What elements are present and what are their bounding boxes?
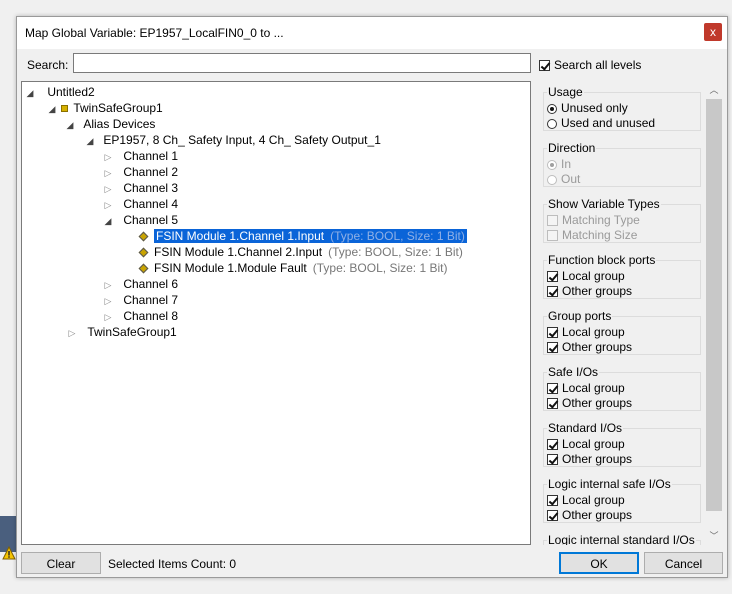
safe-ios-title: Safe I/Os	[547, 365, 600, 379]
lis-other-groups-checkbox[interactable]: Other groups	[547, 508, 632, 522]
tree-node-channel-5[interactable]: ◢ Channel 5	[102, 212, 179, 229]
logic-internal-safe-group: Logic internal safe I/Os Local group Oth…	[539, 473, 701, 523]
tree-node-channel-7[interactable]: ▷ Channel 7	[102, 292, 179, 309]
direction-group: Direction In Out	[539, 137, 701, 187]
expanded-triangle-icon[interactable]: ◢	[46, 101, 58, 117]
selected-items-count: Selected Items Count: 0	[108, 557, 237, 571]
collapsed-triangle-icon[interactable]: ▷	[102, 309, 114, 325]
tree-node-variable-selected[interactable]: FSIN Module 1.Channel 1.Input (Type: BOOL…	[138, 228, 467, 244]
sio-other-groups-checkbox[interactable]: Other groups	[547, 396, 632, 410]
safety-group-icon	[61, 105, 69, 113]
search-label: Search:	[27, 58, 69, 72]
function-block-ports-title: Function block ports	[547, 253, 657, 267]
direction-title: Direction	[547, 141, 597, 155]
collapsed-triangle-icon[interactable]: ▷	[102, 277, 114, 293]
logic-internal-safe-title: Logic internal safe I/Os	[547, 477, 672, 491]
search-all-levels-check-icon[interactable]	[539, 60, 550, 72]
expanded-triangle-icon[interactable]: ◢	[64, 117, 76, 133]
group-ports-title: Group ports	[547, 309, 613, 323]
collapsed-triangle-icon[interactable]: ▷	[102, 149, 114, 165]
expanded-triangle-icon[interactable]: ◢	[102, 213, 114, 229]
usage-title: Usage	[547, 85, 584, 99]
usage-used-and-unused-radio[interactable]: Used and unused	[547, 116, 655, 130]
function-block-ports-group: Function block ports Local group Other g…	[539, 249, 701, 299]
standard-ios-group: Standard I/Os Local group Other groups	[539, 417, 701, 467]
variable-icon	[138, 247, 149, 258]
gp-local-group-checkbox[interactable]: Local group	[547, 325, 625, 339]
safe-ios-group: Safe I/Os Local group Other groups	[539, 361, 701, 411]
tree-node-variable[interactable]: FSIN Module 1.Channel 2.Input (Type: BOOL…	[138, 244, 463, 260]
clear-button[interactable]: Clear	[21, 552, 101, 574]
expanded-triangle-icon[interactable]: ◢	[84, 133, 96, 149]
sio-local-group-checkbox[interactable]: Local group	[547, 381, 625, 395]
dialog-title: Map Global Variable: EP1957_LocalFIN0_0 …	[25, 26, 284, 40]
direction-in-radio[interactable]: In	[547, 157, 571, 171]
tree-node-channel-4[interactable]: ▷ Channel 4	[102, 196, 179, 213]
usage-unused-only-radio[interactable]: Unused only	[547, 101, 628, 115]
direction-out-radio[interactable]: Out	[547, 172, 580, 186]
variable-icon	[138, 231, 149, 242]
usage-group: Usage Unused only Used and unused	[539, 81, 701, 131]
close-button[interactable]: x	[704, 23, 722, 41]
filter-panel: Usage Unused only Used and unused Direct…	[539, 81, 725, 545]
tree-node-channel-2[interactable]: ▷ Channel 2	[102, 164, 179, 181]
selected-variable[interactable]: FSIN Module 1.Channel 1.Input (Type: BOOL…	[154, 229, 467, 243]
fbp-local-group-checkbox[interactable]: Local group	[547, 269, 625, 283]
lis-local-group-checkbox[interactable]: Local group	[547, 493, 625, 507]
variable-tree[interactable]: ◢ Untitled2 ◢ TwinSafeGroup1 ◢ Alias Dev…	[21, 81, 531, 545]
tree-node-channel-3[interactable]: ▷ Channel 3	[102, 180, 179, 197]
collapsed-triangle-icon[interactable]: ▷	[102, 197, 114, 213]
show-variable-types-group: Show Variable Types Matching Type Matchi…	[539, 193, 701, 243]
matching-size-checkbox[interactable]: Matching Size	[547, 228, 637, 242]
stio-local-group-checkbox[interactable]: Local group	[547, 437, 625, 451]
group-ports-group: Group ports Local group Other groups	[539, 305, 701, 355]
filter-panel-scrollbar[interactable]: ︿ ﹀	[705, 81, 723, 545]
tree-node-channel-1[interactable]: ▷ Channel 1	[102, 148, 179, 165]
tree-node-channel-6[interactable]: ▷ Channel 6	[102, 276, 179, 293]
collapsed-triangle-icon[interactable]: ▷	[102, 293, 114, 309]
tree-node-channel-8[interactable]: ▷ Channel 8	[102, 308, 179, 325]
search-all-levels-label: Search all levels	[554, 58, 642, 72]
tree-node-variable[interactable]: FSIN Module 1.Module Fault (Type: BOOL, S…	[138, 260, 447, 276]
stio-other-groups-checkbox[interactable]: Other groups	[547, 452, 632, 466]
tree-node-group2[interactable]: ▷ TwinSafeGroup1	[66, 324, 177, 340]
matching-type-checkbox[interactable]: Matching Type	[547, 213, 640, 227]
gp-other-groups-checkbox[interactable]: Other groups	[547, 340, 632, 354]
collapsed-triangle-icon[interactable]: ▷	[102, 165, 114, 181]
scroll-up-arrow-icon[interactable]: ︿	[705, 83, 723, 97]
scroll-down-arrow-icon[interactable]: ﹀	[705, 529, 723, 543]
standard-ios-title: Standard I/Os	[547, 421, 624, 435]
cancel-button[interactable]: Cancel	[644, 552, 723, 574]
collapsed-triangle-icon[interactable]: ▷	[102, 181, 114, 197]
tree-node-group1[interactable]: ◢ TwinSafeGroup1	[46, 100, 163, 116]
ok-button[interactable]: OK	[559, 552, 639, 574]
logic-internal-standard-title: Logic internal standard I/Os	[547, 533, 696, 545]
tree-node-root[interactable]: ◢ Untitled2	[24, 84, 95, 100]
search-input[interactable]	[73, 53, 531, 73]
title-bar: Map Global Variable: EP1957_LocalFIN0_0 …	[17, 17, 727, 49]
tree-node-alias-devices[interactable]: ◢ Alias Devices	[64, 116, 156, 133]
tree-node-device[interactable]: ◢ EP1957, 8 Ch_ Safety Input, 4 Ch_ Safe…	[84, 132, 381, 148]
collapsed-triangle-icon[interactable]: ▷	[66, 325, 78, 341]
logic-internal-standard-group: Logic internal standard I/Os	[539, 529, 701, 545]
warning-icon	[2, 546, 16, 560]
show-types-title: Show Variable Types	[547, 197, 661, 211]
expanded-triangle-icon[interactable]: ◢	[24, 85, 36, 101]
search-all-levels-checkbox[interactable]: Search all levels	[539, 58, 641, 72]
scrollbar-thumb[interactable]	[706, 99, 722, 511]
variable-icon	[138, 263, 149, 274]
map-global-variable-dialog: Map Global Variable: EP1957_LocalFIN0_0 …	[16, 16, 728, 578]
fbp-other-groups-checkbox[interactable]: Other groups	[547, 284, 632, 298]
